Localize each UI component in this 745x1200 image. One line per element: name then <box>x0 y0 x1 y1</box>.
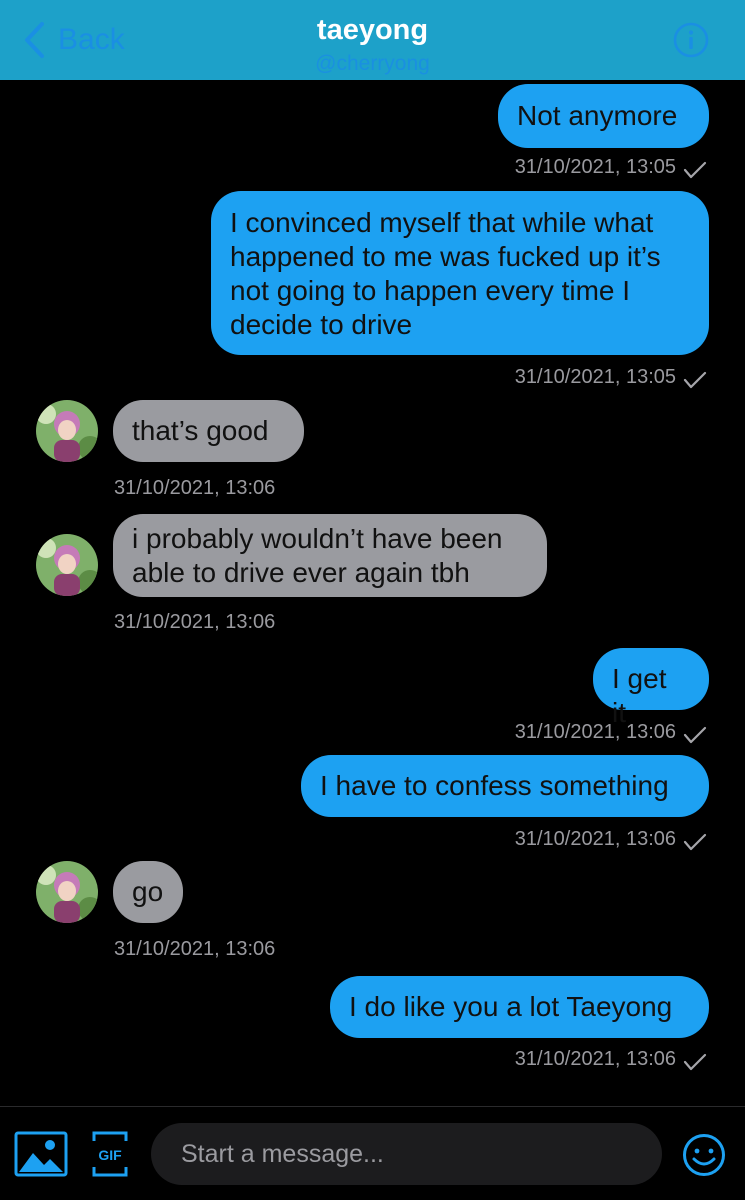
message-timestamp: 31/10/2021, 13:06 <box>114 938 276 960</box>
message-bubble-incoming[interactable]: that’s good <box>113 400 304 462</box>
avatar[interactable] <box>36 534 98 596</box>
message-input-placeholder: Start a message... <box>181 1139 384 1168</box>
message-bubble-incoming[interactable]: go <box>113 861 183 923</box>
message-timestamp: 31/10/2021, 13:06 <box>514 1048 676 1070</box>
info-icon[interactable] <box>673 22 709 58</box>
message-bubble-incoming[interactable]: i probably wouldn’t have been able to dr… <box>113 514 547 597</box>
message-timestamp: 31/10/2021, 13:06 <box>514 828 676 850</box>
message-bubble-outgoing[interactable]: I get it <box>593 648 709 728</box>
sent-check-icon <box>683 726 707 744</box>
gif-icon[interactable]: GIF <box>92 1131 128 1177</box>
message-timestamp: 31/10/2021, 13:06 <box>114 477 276 499</box>
conversation-header: Back taeyong @cherryong <box>0 0 745 80</box>
gif-label: GIF <box>98 1147 122 1163</box>
message-bubble-outgoing[interactable]: I do like you a lot Taeyong <box>330 976 709 1038</box>
emoji-icon[interactable] <box>682 1133 726 1177</box>
message-bubble-outgoing[interactable]: I convinced myself that while what happe… <box>211 191 709 355</box>
avatar[interactable] <box>36 400 98 462</box>
sent-check-icon <box>683 1053 707 1071</box>
message-bubble-outgoing[interactable]: Not anymore <box>498 84 709 148</box>
message-timestamp: 31/10/2021, 13:06 <box>514 721 676 743</box>
message-text: go <box>132 876 164 907</box>
message-text: Not anymore <box>517 100 678 131</box>
message-text: I get it <box>612 663 667 728</box>
message-composer: GIF Start a message... <box>0 1106 745 1200</box>
message-text: I convinced myself that while what happe… <box>230 207 661 340</box>
sent-check-icon <box>683 161 707 179</box>
message-timestamp: 31/10/2021, 13:06 <box>114 611 276 633</box>
message-text: that’s good <box>132 415 269 446</box>
avatar-photo <box>36 400 98 462</box>
message-timestamp: 31/10/2021, 13:05 <box>514 156 676 178</box>
sent-check-icon <box>683 371 707 389</box>
message-text: I have to confess something <box>320 770 669 801</box>
conversation-title: taeyong <box>316 14 429 46</box>
avatar[interactable] <box>36 861 98 923</box>
message-thread[interactable]: Not anymore 31/10/2021, 13:05 I convince… <box>0 80 745 1106</box>
message-timestamp: 31/10/2021, 13:05 <box>514 366 676 388</box>
sent-check-icon <box>683 833 707 851</box>
conversation-handle: @cherryong <box>315 52 430 75</box>
avatar-photo <box>36 534 98 596</box>
message-bubble-outgoing[interactable]: I have to confess something <box>301 755 709 817</box>
message-text: i probably wouldn’t have been able to dr… <box>132 523 503 588</box>
message-text: I do like you a lot Taeyong <box>349 991 673 1022</box>
avatar-photo <box>36 861 98 923</box>
message-input[interactable]: Start a message... <box>151 1123 662 1185</box>
image-icon[interactable] <box>14 1131 68 1177</box>
